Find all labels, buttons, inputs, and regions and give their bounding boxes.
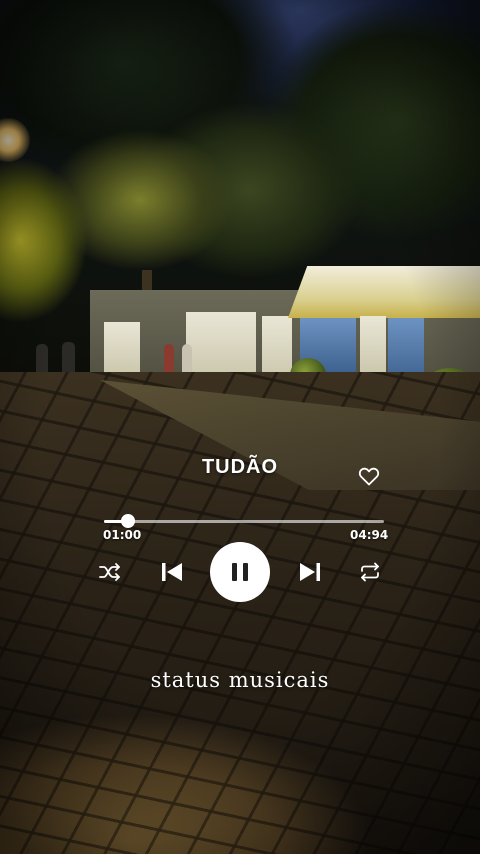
heart-outline-icon[interactable]: [357, 464, 381, 488]
channel-caption: status musicais: [150, 668, 330, 692]
pause-icon: [232, 563, 237, 581]
progress-bar[interactable]: [104, 514, 384, 528]
vignette: [0, 0, 480, 854]
skip-previous-icon[interactable]: [160, 561, 184, 583]
total-duration: 04:94: [350, 528, 389, 542]
repeat-icon[interactable]: [358, 562, 382, 582]
song-title: TUDÃO: [201, 456, 279, 478]
elapsed-time: 01:00: [103, 528, 142, 542]
pause-button[interactable]: [210, 542, 270, 602]
progress-thumb[interactable]: [120, 514, 135, 528]
shuffle-icon[interactable]: [98, 562, 122, 582]
pause-icon: [243, 563, 248, 581]
skip-next-icon[interactable]: [298, 561, 322, 583]
background-photo: [0, 0, 480, 854]
